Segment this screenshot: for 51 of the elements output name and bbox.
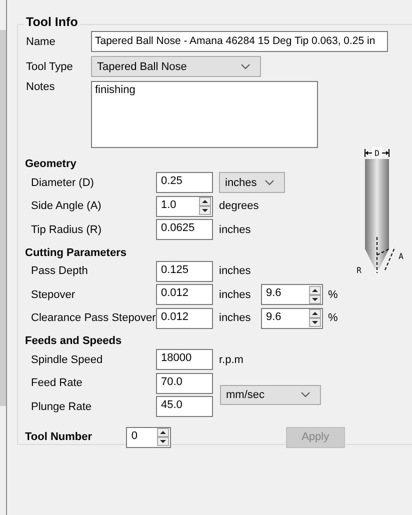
spin-box[interactable]: 9.6 [261, 308, 323, 329]
field-label: Tool Type [25, 60, 74, 72]
chevron-down-icon [241, 64, 250, 70]
field-label: Stepover [30, 288, 76, 301]
number-field[interactable]: 0.125 [156, 260, 213, 282]
tool-type-dropdown[interactable]: Tapered Ball Nose [91, 56, 261, 77]
field-label: Diameter (D) [30, 176, 94, 189]
spin-box[interactable]: 1.0 [156, 196, 213, 217]
unit-label: r.p.m [218, 354, 244, 366]
field-label: Notes [25, 81, 56, 93]
number-field[interactable]: 0.0625 [156, 219, 213, 240]
number-field[interactable]: 0.012 [156, 308, 213, 329]
section-heading: Geometry [25, 157, 78, 171]
number-field[interactable]: 18000 [156, 349, 213, 370]
number-field[interactable]: 45.0 [156, 396, 213, 418]
unit-label: % [327, 288, 339, 301]
section-heading: Feeds and Speeds [25, 334, 123, 348]
field-label: Spindle Speed [30, 354, 103, 366]
unit-label: % [327, 312, 339, 324]
unit-dropdown[interactable]: inches [219, 172, 285, 194]
field-label: Clearance Pass Stepover [30, 312, 156, 324]
unit-label: inches [218, 224, 252, 236]
spin-arrows-icon [309, 309, 321, 328]
spin-arrows-icon [156, 428, 169, 446]
unit-label: inches [218, 288, 252, 301]
field-label: Plunge Rate [30, 400, 92, 413]
field-label: Side Angle (A) [30, 200, 102, 212]
unit-label: degrees [218, 200, 260, 212]
field-label: Feed Rate [30, 377, 82, 390]
section-heading: Cutting Parameters [25, 246, 128, 260]
chevron-down-icon [265, 180, 274, 186]
field-label: Pass Depth [30, 265, 88, 278]
spin-arrows-icon [309, 286, 321, 304]
number-field[interactable]: 0.25 [156, 172, 213, 194]
group-title: Tool Info [24, 15, 80, 29]
unit-label: inches [218, 312, 252, 324]
tool-bit-drawing: D A R [355, 145, 405, 277]
number-field[interactable]: 0.012 [156, 284, 213, 306]
name-field[interactable]: Tapered Ball Nose - Amana 46284 15 Deg Tip 0.063, 0.25 in [91, 31, 388, 52]
field-label: Name [25, 36, 56, 48]
rate-unit-dropdown[interactable]: mm/sec [220, 385, 321, 405]
number-field[interactable]: 70.0 [156, 372, 213, 394]
spin-arrows-icon [199, 197, 211, 216]
notes-field[interactable]: finishing [91, 81, 318, 148]
spin-box[interactable]: 9.6 [261, 284, 323, 306]
scrollbar-thumb[interactable] [0, 30, 6, 406]
unit-label: inches [218, 265, 252, 278]
spin-box[interactable]: 0 [126, 426, 171, 448]
field-label: Tip Radius (R) [30, 224, 102, 236]
chevron-down-icon [301, 392, 310, 398]
field-label: Tool Number [25, 431, 94, 443]
